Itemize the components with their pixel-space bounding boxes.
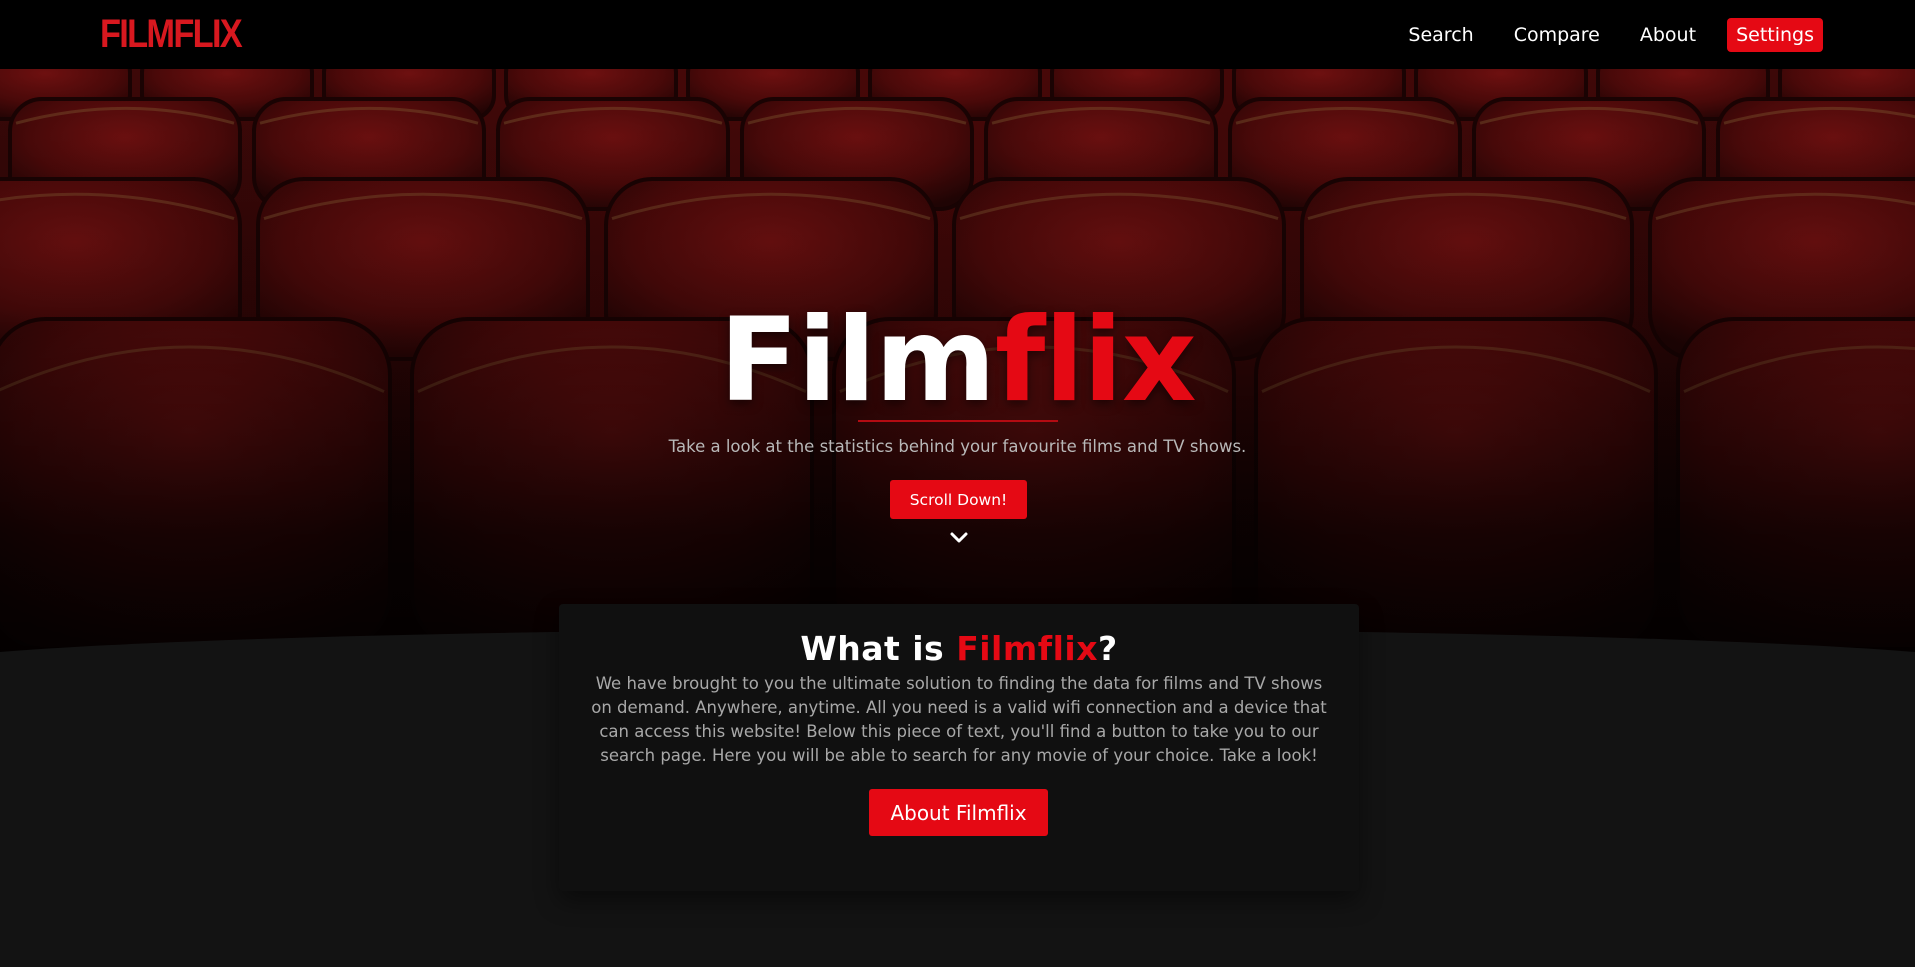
chevron-down-icon[interactable] <box>948 527 970 549</box>
nav-search-link[interactable]: Search <box>1408 18 1473 52</box>
nav-settings-link[interactable]: Settings <box>1727 18 1823 52</box>
about-card-text: We have brought to you the ultimate solu… <box>591 674 1327 765</box>
hero-title-underline <box>858 420 1058 422</box>
about-title-brand: Filmflix <box>956 629 1099 668</box>
nav-links: Search Compare About Settings <box>1368 18 1823 52</box>
nav-compare-link[interactable]: Compare <box>1514 18 1600 52</box>
hero-tagline: Take a look at the statistics behind you… <box>668 437 1247 456</box>
scroll-down-button[interactable]: Scroll Down! <box>890 480 1027 519</box>
hero-section: Filmflix Take a look at the statistics b… <box>0 69 1915 664</box>
about-card: What is Filmflix? We have brought to you… <box>559 604 1359 891</box>
hero-title-flix: flix <box>994 293 1197 428</box>
nav-about-link[interactable]: About <box>1640 18 1696 52</box>
filmflix-logo[interactable]: FILMFLIX <box>100 11 243 57</box>
about-title-suffix: ? <box>1098 629 1118 668</box>
hero-title-film: Film <box>719 293 996 428</box>
about-title-prefix: What is <box>800 629 957 668</box>
navbar: FILMFLIX Search Compare About Settings <box>0 0 1915 69</box>
about-card-title: What is Filmflix? <box>559 622 1359 676</box>
hero-title: Filmflix <box>0 291 1915 431</box>
about-filmflix-button[interactable]: About Filmflix <box>869 789 1048 836</box>
